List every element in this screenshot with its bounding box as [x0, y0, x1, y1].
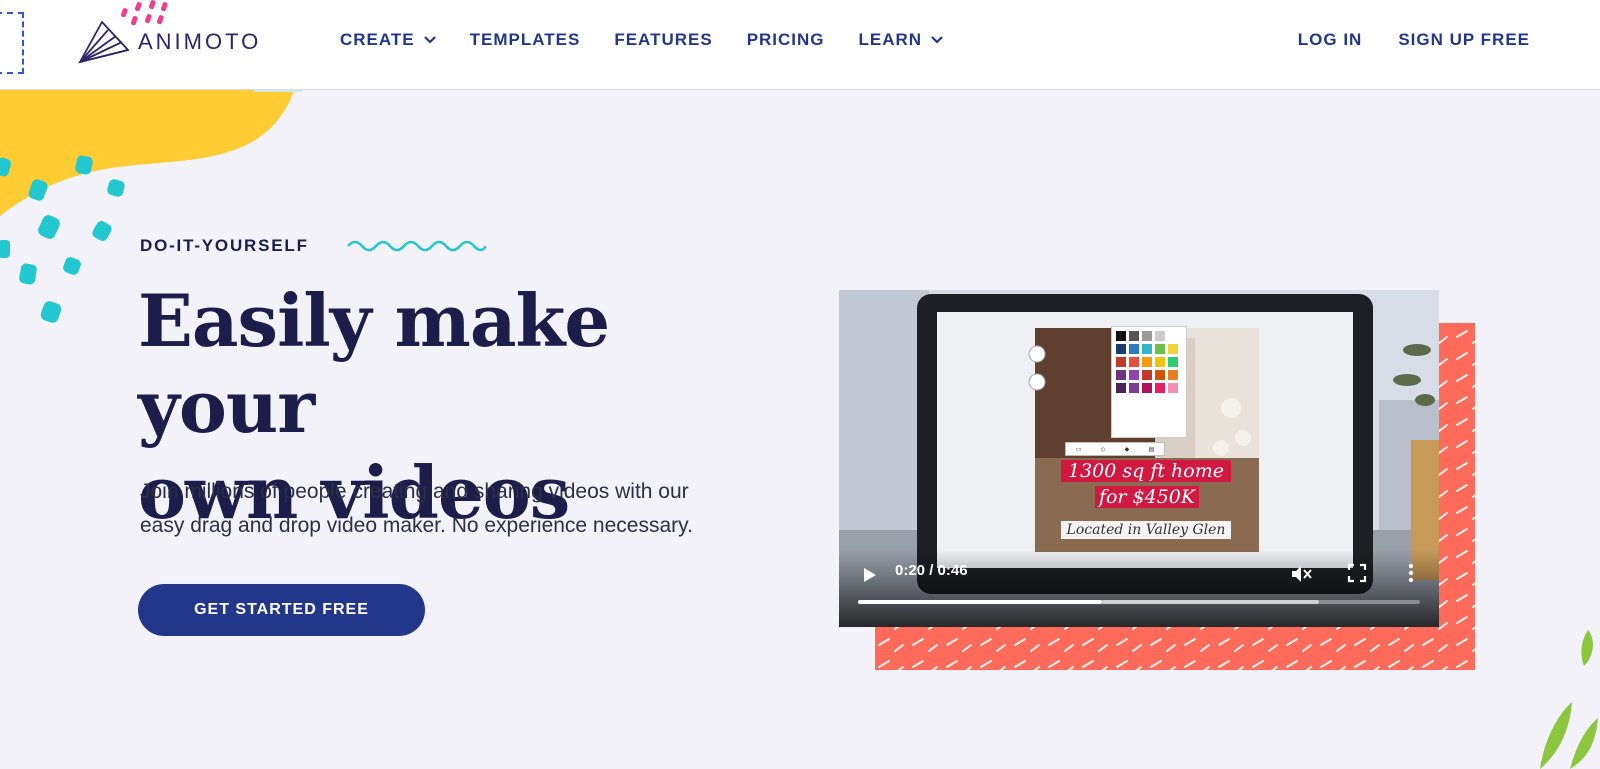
main-nav: CREATE TEMPLATES FEATURES PRICING LEARN [340, 30, 977, 50]
nav-create-label: CREATE [340, 30, 415, 49]
pink-dots-decoration [120, 0, 168, 26]
editor-side-controls [1027, 344, 1047, 399]
color-swatch [1155, 344, 1165, 354]
eyebrow-label: DO-IT-YOURSELF [140, 236, 309, 255]
nav-templates[interactable]: TEMPLATES [470, 30, 581, 50]
signup-link[interactable]: SIGN UP FREE [1398, 30, 1530, 50]
nav-features-label: FEATURES [614, 30, 713, 49]
color-swatch [1129, 357, 1139, 367]
color-swatch [1142, 370, 1152, 380]
get-started-button[interactable]: GET STARTED FREE [138, 584, 425, 636]
color-swatch [1155, 357, 1165, 367]
color-swatch [1129, 370, 1139, 380]
subtext-line-1: Join millions of people creating and sha… [140, 480, 689, 503]
nav-create[interactable]: CREATE [340, 30, 436, 50]
color-swatch [1168, 370, 1178, 380]
size-icon: ▭ [1075, 446, 1082, 453]
nav-pricing-label: PRICING [746, 30, 825, 49]
subtext-line-2: easy drag and drop video maker. No exper… [140, 514, 693, 537]
nav-learn[interactable]: LEARN [859, 30, 944, 50]
nav-templates-label: TEMPLATES [469, 30, 581, 49]
color-swatch [1155, 370, 1165, 380]
video-buffered-bar [1102, 600, 1319, 604]
volume-muted-icon[interactable] [1289, 562, 1313, 586]
product-demo-video[interactable]: ▭ ◇ ◆ ▤ 1300 sq ft home for $450K Locate… [839, 290, 1439, 627]
video-progress-fill [858, 600, 1103, 604]
fullscreen-icon[interactable] [1347, 563, 1367, 583]
color-swatch [1116, 383, 1126, 393]
color-swatch [1142, 344, 1152, 354]
logo-text: ANIMOTO [138, 29, 262, 54]
chevron-down-icon [423, 36, 436, 44]
chevron-down-icon [931, 36, 943, 44]
text-format-toolbar: ▭ ◇ ◆ ▤ [1065, 442, 1165, 456]
color-swatch [1116, 344, 1126, 354]
video-time-display: 0:20 / 0:46 [895, 562, 968, 579]
video-progress-bar[interactable] [858, 600, 1420, 604]
nav-features[interactable]: FEATURES [614, 30, 712, 50]
color-swatch [1155, 383, 1165, 393]
color-swatch [1116, 357, 1126, 367]
color-swatch [1142, 331, 1152, 341]
color-swatch [1129, 331, 1139, 341]
color-swatch [1168, 357, 1178, 367]
hero-subtext: Join millions of people creating and sha… [140, 475, 780, 543]
teal-dots-decoration [0, 155, 125, 323]
squiggle-decoration [347, 240, 486, 252]
login-link[interactable]: LOG IN [1298, 30, 1363, 50]
video-overlay-line-2: for $450K [1095, 486, 1199, 508]
video-overlay-line-3: Located in Valley Glen [1061, 521, 1231, 539]
nav-pricing[interactable]: PRICING [747, 30, 825, 50]
color-swatch [1142, 383, 1152, 393]
headline-line-1: Easily make your [138, 278, 610, 449]
color-swatch [1142, 357, 1152, 367]
color-swatch [1116, 331, 1126, 341]
color-swatch [1168, 344, 1178, 354]
dashed-outline-decoration [0, 12, 24, 74]
green-leaves-decoration [1540, 630, 1598, 769]
more-vertical-icon[interactable] [1405, 562, 1417, 584]
color-swatch [1168, 331, 1178, 341]
color-swatch [1155, 331, 1165, 341]
color-swatch [1116, 370, 1126, 380]
color-swatch [1168, 383, 1178, 393]
color-swatch [1129, 383, 1139, 393]
color-swatch [1129, 344, 1139, 354]
site-header: ANIMOTO CREATE TEMPLATES FEATURES PRICIN… [0, 0, 1600, 90]
account-nav: LOG IN SIGN UP FREE [1262, 30, 1530, 50]
font-icon: ◇ [1100, 446, 1106, 453]
play-icon[interactable] [859, 565, 879, 585]
nav-learn-label: LEARN [858, 30, 923, 49]
color-icon: ◆ [1124, 446, 1130, 453]
align-icon: ▤ [1148, 446, 1155, 453]
color-palette-popup [1111, 326, 1187, 438]
video-overlay-line-1: 1300 sq ft home [1061, 460, 1231, 482]
